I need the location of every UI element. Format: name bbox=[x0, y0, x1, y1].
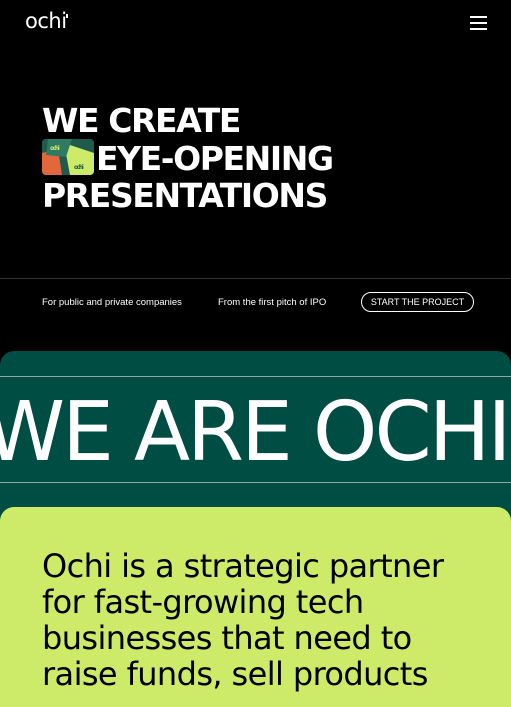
hero-line-2: ochi ochi EYE-OPENING bbox=[42, 139, 334, 178]
presentation-thumbnail: ochi ochi bbox=[42, 139, 94, 175]
tagline-public-private: For public and private companies bbox=[42, 297, 182, 308]
logo-accent bbox=[66, 14, 68, 18]
hero-line-2-text: EYE-OPENING bbox=[96, 139, 334, 178]
marquee-bottom-rule bbox=[0, 482, 511, 483]
logo[interactable]: ochi bbox=[25, 9, 67, 33]
hero-line-1: WE CREATE bbox=[42, 101, 241, 140]
marquee-text: WE ARE OCHI bbox=[0, 385, 511, 480]
tagline-first-pitch: From the first pitch of IPO bbox=[218, 297, 327, 308]
thumbnail-label-2: ochi bbox=[74, 164, 84, 171]
hero-line-3: PRESENTATIONS bbox=[42, 176, 328, 215]
top-nav: ochi bbox=[0, 0, 511, 48]
marquee-top-rule bbox=[0, 376, 511, 377]
section-divider bbox=[0, 278, 511, 279]
thumbnail-graphic: ochi ochi bbox=[42, 139, 94, 175]
hamburger-menu-icon[interactable] bbox=[470, 16, 488, 30]
hero-heading: WE CREATE ochi ochi EYE-OPENING PRESENTA… bbox=[42, 101, 334, 215]
start-project-button[interactable]: START THE PROJECT bbox=[361, 292, 474, 312]
about-paragraph: Ochi is a strategic partner for fast-gro… bbox=[42, 547, 444, 693]
thumbnail-label-1: ochi bbox=[50, 145, 60, 152]
